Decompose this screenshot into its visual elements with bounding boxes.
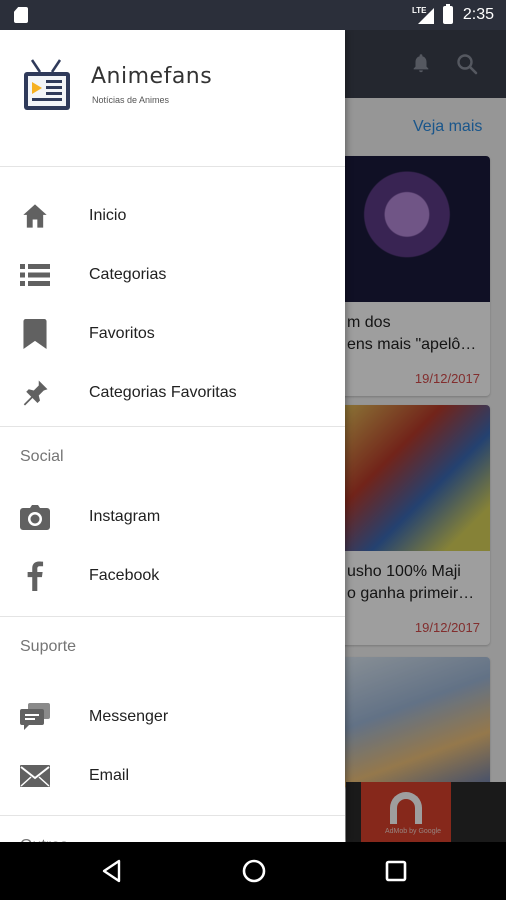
sd-card-icon [14,7,28,23]
home-icon [19,200,51,232]
drawer-header: Animefans Notícias de Animes [0,30,345,167]
pin-icon [19,377,51,409]
battery-icon [443,4,453,24]
status-bar: LTE 2:35 [0,0,506,30]
back-button[interactable] [97,856,127,886]
menu-item-label: Email [89,766,130,784]
home-circle-icon [242,859,266,883]
section-header-suporte: Suporte [20,637,77,655]
facebook-icon [19,560,51,592]
menu-item-label: Instagram [89,507,161,525]
menu-item-email[interactable]: Email [0,746,345,805]
list-icon [19,259,51,291]
menu-item-messenger[interactable]: Messenger [0,687,345,746]
menu-item-label: Categorias [89,265,167,283]
bookmark-icon [19,318,51,350]
home-button[interactable] [239,856,269,886]
menu-item-label: Inicio [89,206,127,224]
navigation-drawer: Animefans Notícias de Animes Inicio Cate… [0,30,345,842]
back-icon [102,859,121,883]
menu-item-inicio[interactable]: Inicio [0,186,345,245]
network-type: LTE [412,6,427,15]
menu-item-instagram[interactable]: Instagram [0,487,345,546]
menu-item-favoritos[interactable]: Favoritos [0,304,345,363]
camera-icon [19,501,51,533]
recents-icon [385,860,407,882]
menu-item-categorias-favoritas[interactable]: Categorias Favoritas [0,363,345,422]
menu-item-facebook[interactable]: Facebook [0,546,345,605]
mail-icon [19,760,51,792]
clock: 2:35 [462,6,494,23]
menu-item-label: Favoritos [89,324,155,342]
recents-button[interactable] [381,856,411,886]
section-header-social: Social [20,447,64,465]
app-logo-icon [24,59,70,110]
menu-item-label: Messenger [89,707,169,725]
chat-icon [19,701,51,733]
app-subtitle: Notícias de Animes [92,95,170,105]
system-nav-bar [0,842,506,900]
section-header-outros: Outros [0,816,345,843]
menu-item-categorias[interactable]: Categorias [0,245,345,304]
menu-item-label: Facebook [89,566,160,584]
app-name: Animefans [91,64,213,89]
menu-item-label: Categorias Favoritas [89,383,237,401]
